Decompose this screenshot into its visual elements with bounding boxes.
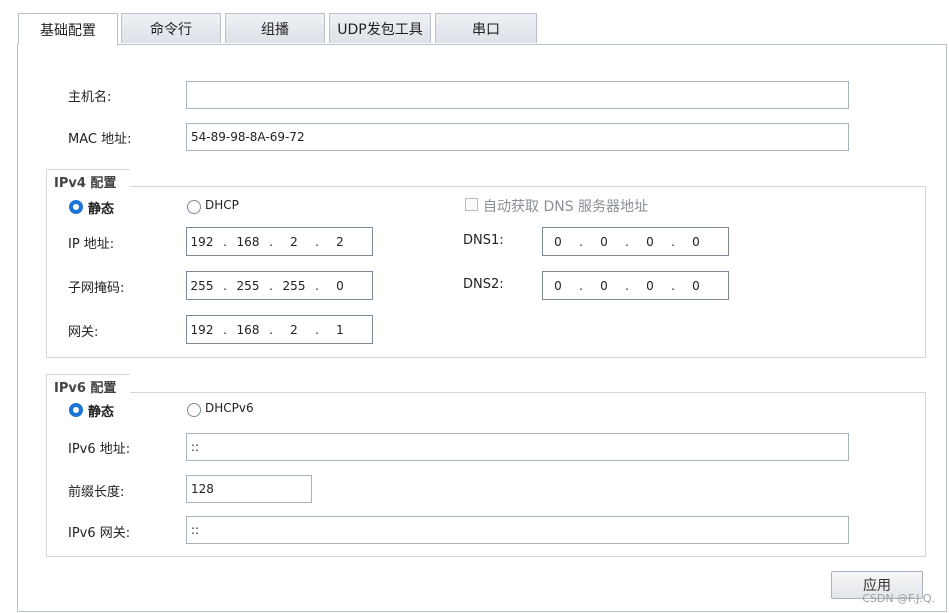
subnet-mask-input[interactable]: 255. 255. 255. 0: [186, 271, 373, 300]
hostname-input[interactable]: [186, 81, 849, 109]
gateway-label: 网关:: [68, 325, 99, 340]
ipv6-gateway-input[interactable]: ::: [186, 516, 849, 544]
ipv6-dhcpv6-radio[interactable]: [187, 403, 201, 417]
gateway-octet-1: 192: [190, 322, 214, 337]
mask-octet-3: 255: [282, 278, 306, 293]
auto-dns-label: 自动获取 DNS 服务器地址: [483, 199, 649, 215]
dns1-octet-4: 0: [692, 234, 700, 249]
ip-octet-2: 168: [236, 234, 260, 249]
tab-multicast[interactable]: 组播: [225, 13, 325, 43]
ipv6-address-input[interactable]: ::: [186, 433, 849, 461]
dns2-octet-4: 0: [692, 278, 700, 293]
mask-octet-2: 255: [236, 278, 260, 293]
dns2-octet-1: 0: [554, 278, 562, 293]
ipv4-static-label: 静态: [88, 202, 115, 217]
mac-label: MAC 地址:: [68, 132, 132, 147]
prefix-length-input[interactable]: 128: [186, 475, 312, 503]
tab-serial-port[interactable]: 串口: [435, 13, 537, 43]
tab-basic-config[interactable]: 基础配置: [18, 13, 118, 45]
ip-address-input[interactable]: 192. 168. 2. 2: [186, 227, 373, 256]
hostname-label: 主机名:: [68, 90, 112, 105]
ipv6-gateway-label: IPv6 网关:: [68, 526, 131, 541]
config-panel: 主机名: MAC 地址: 54-89-98-8A-69-72 IPv4 配置 静…: [17, 44, 947, 612]
dns2-label: DNS2:: [463, 277, 504, 292]
auto-dns-checkbox[interactable]: [465, 198, 478, 211]
gateway-octet-3: 2: [290, 322, 298, 337]
ip-octet-1: 192: [190, 234, 214, 249]
gateway-octet-4: 1: [336, 322, 344, 337]
ipv4-dhcp-radio[interactable]: [187, 200, 201, 214]
dns1-octet-2: 0: [600, 234, 608, 249]
ipv6-dhcpv6-label: DHCPv6: [205, 401, 254, 415]
ipv6-static-label: 静态: [88, 405, 115, 420]
mask-octet-1: 255: [190, 278, 214, 293]
ipv4-dhcp-label: DHCP: [205, 198, 239, 212]
ip-octet-4: 2: [336, 234, 344, 249]
ip-octet-3: 2: [290, 234, 298, 249]
ipv4-static-radio[interactable]: [69, 200, 83, 214]
dns2-octet-2: 0: [600, 278, 608, 293]
subnet-mask-label: 子网掩码:: [68, 281, 125, 296]
ipv6-legend: IPv6 配置: [46, 374, 131, 397]
ipv6-static-radio[interactable]: [69, 403, 83, 417]
dns1-input[interactable]: 0. 0. 0. 0: [542, 227, 729, 256]
dns1-octet-3: 0: [646, 234, 654, 249]
watermark: CSDN @F.J.Q.: [862, 592, 935, 605]
mac-address-field: 54-89-98-8A-69-72: [186, 123, 849, 151]
mask-octet-4: 0: [336, 278, 344, 293]
prefix-length-label: 前缀长度:: [68, 485, 125, 500]
ip-address-label: IP 地址:: [68, 237, 115, 252]
gateway-input[interactable]: 192. 168. 2. 1: [186, 315, 373, 344]
dns2-octet-3: 0: [646, 278, 654, 293]
gateway-octet-2: 168: [236, 322, 260, 337]
dns2-input[interactable]: 0. 0. 0. 0: [542, 271, 729, 300]
ipv4-legend: IPv4 配置: [46, 169, 131, 192]
ipv6-address-label: IPv6 地址:: [68, 442, 131, 457]
tab-udp-tool[interactable]: UDP发包工具: [329, 13, 431, 43]
dns1-octet-1: 0: [554, 234, 562, 249]
dns1-label: DNS1:: [463, 233, 504, 248]
tab-command-line[interactable]: 命令行: [121, 13, 221, 43]
